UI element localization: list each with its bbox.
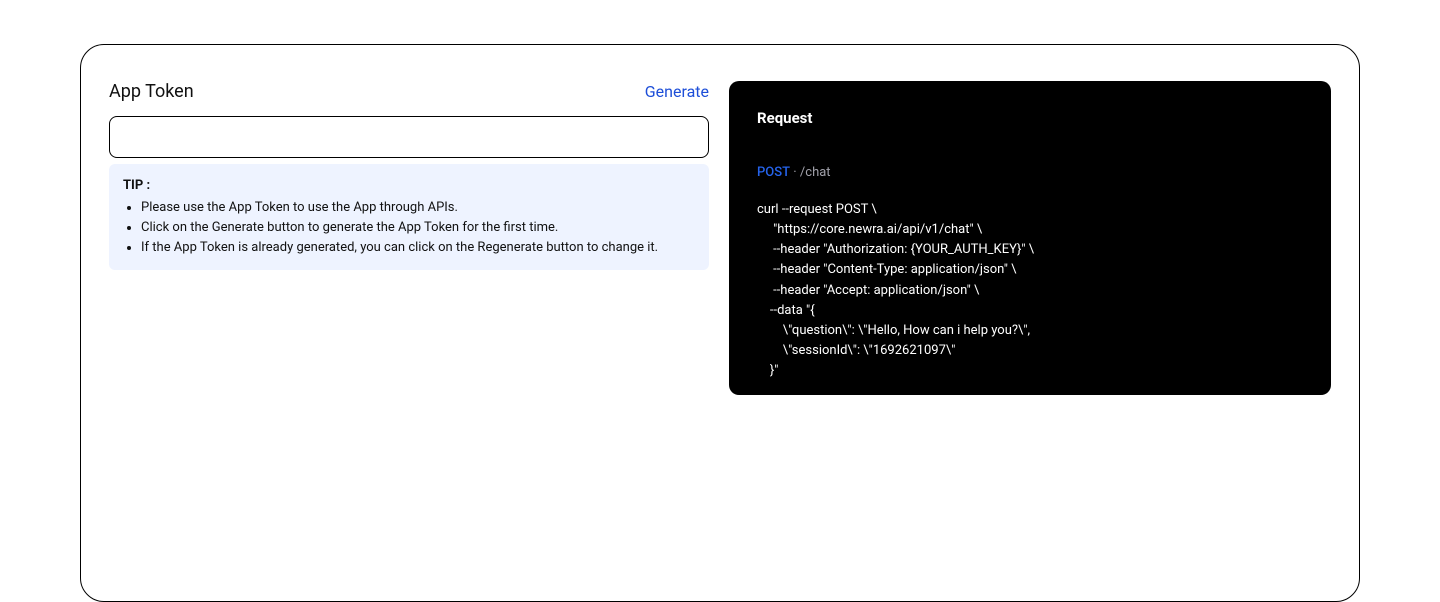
request-panel-container: Request POST · /chat curl --request POST… <box>729 81 1331 573</box>
tip-box: TIP : Please use the App Token to use th… <box>109 164 709 270</box>
tip-list: Please use the App Token to use the App … <box>123 198 695 258</box>
app-token-panel: App Token Generate TIP : Please use the … <box>109 81 709 573</box>
http-method: POST <box>757 165 790 180</box>
tip-label: TIP : <box>123 176 695 196</box>
request-title: Request <box>757 109 1303 127</box>
tip-item: If the App Token is already generated, y… <box>141 238 695 258</box>
section-title: App Token <box>109 81 194 102</box>
app-token-input[interactable] <box>109 116 709 158</box>
endpoint-path: /chat <box>800 165 831 180</box>
tip-item: Please use the App Token to use the App … <box>141 198 695 218</box>
token-card: App Token Generate TIP : Please use the … <box>80 44 1360 602</box>
header-row: App Token Generate <box>109 81 709 102</box>
request-panel: Request POST · /chat curl --request POST… <box>729 81 1331 395</box>
curl-code: curl --request POST \ "https://core.newr… <box>757 200 1303 381</box>
tip-item: Click on the Generate button to generate… <box>141 218 695 238</box>
generate-button[interactable]: Generate <box>645 82 709 101</box>
separator: · <box>793 165 800 180</box>
endpoint-line: POST · /chat <box>757 165 1303 180</box>
